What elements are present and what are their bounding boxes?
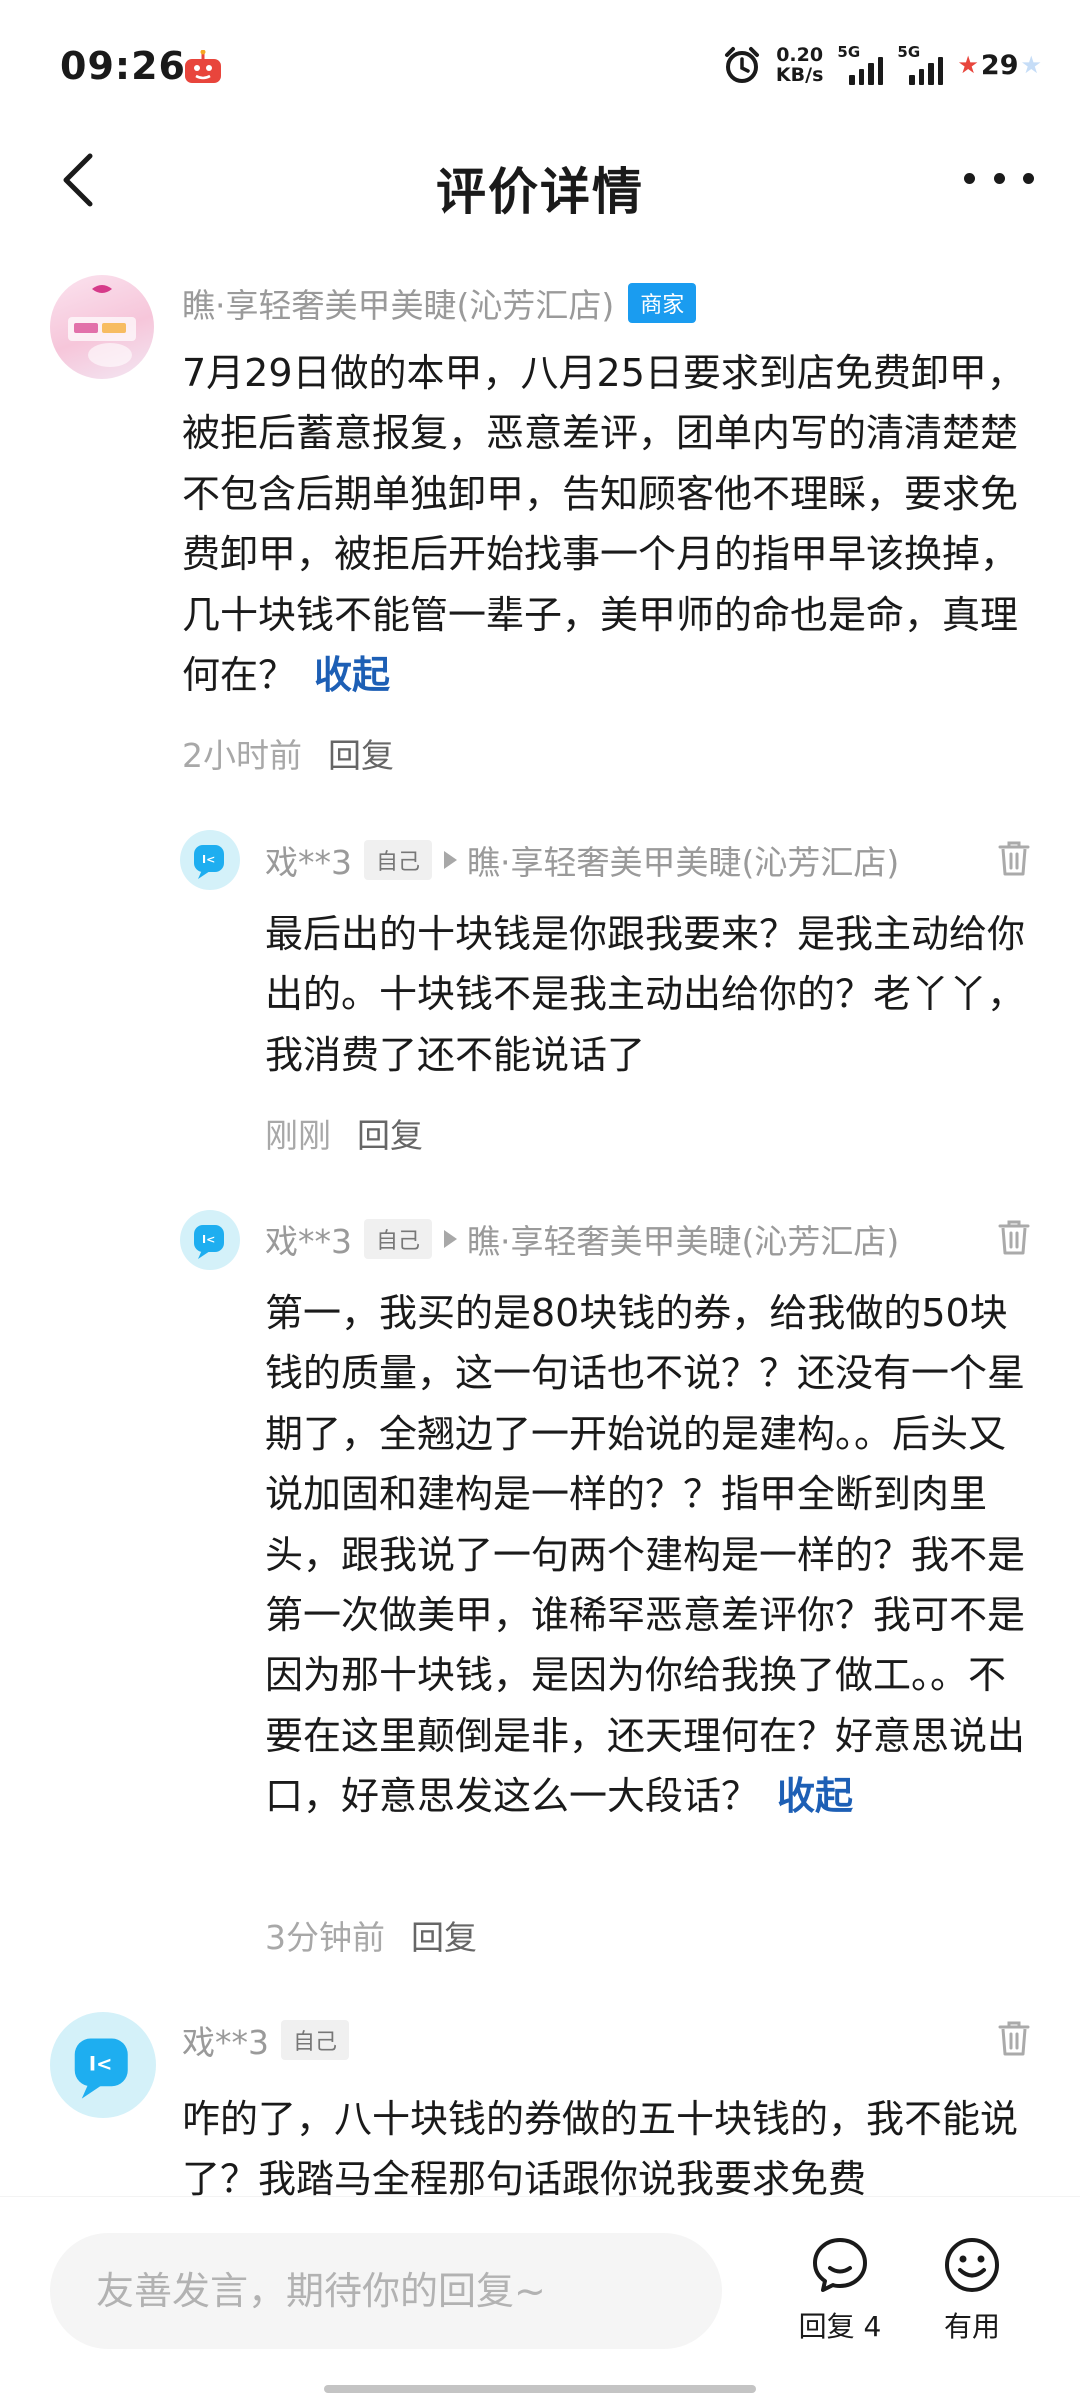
timestamp: 3分钟前 <box>265 1918 385 1957</box>
self-tag: 自己 <box>364 1219 433 1259</box>
shop-review-text: 7月29日做的本甲，八月25日要求到店免费卸甲，被拒后蓄意报复，恶意差评，团单内… <box>182 351 1025 698</box>
shop-name[interactable]: 瞧·享轻奢美甲美睫(沁芳汇店) <box>182 279 614 327</box>
reply-button[interactable]: 回复 <box>328 729 394 777</box>
merchant-tag: 商家 <box>628 283 697 323</box>
reply-1-meta: 刚刚 回复 <box>265 1108 423 1158</box>
trash-icon[interactable] <box>998 2020 1030 2056</box>
smiley-icon <box>945 2238 999 2292</box>
comment-bubble-icon <box>813 2238 867 2292</box>
page-title: 评价详情 <box>436 163 644 221</box>
home-indicator[interactable] <box>324 2385 756 2393</box>
status-icons: 0.20 KB/s 5G 5G ★ 29 ★ <box>722 40 1042 90</box>
comment-author[interactable]: 戏**3 <box>182 2016 269 2064</box>
reply-arrow-icon <box>444 1230 458 1248</box>
reply-input[interactable]: 友善发言，期待你的回复~ <box>50 2233 722 2349</box>
timestamp: 2小时前 <box>182 736 302 775</box>
status-time: 09:26 <box>60 44 186 88</box>
collapse-link[interactable]: 收起 <box>314 653 390 697</box>
trash-icon[interactable] <box>998 1219 1030 1255</box>
reply-button[interactable]: 回复 <box>357 1109 423 1157</box>
useful-label: 有用 <box>943 2310 1000 2343</box>
reply-2-author-row: 戏**3 自己 瞧·享轻奢美甲美睫(沁芳汇店) <box>265 1213 899 1265</box>
comment-bubble-avatar-icon: I< <box>74 2038 128 2099</box>
user-avatar[interactable]: I< <box>180 1210 240 1270</box>
user-avatar[interactable]: I< <box>50 2012 156 2118</box>
star-outline-icon: ★ <box>1020 51 1042 79</box>
nav-header: 评价详情 <box>0 130 1080 230</box>
timestamp: 刚刚 <box>265 1116 331 1155</box>
reply-target[interactable]: 瞧·享轻奢美甲美睫(沁芳汇店) <box>467 1215 899 1263</box>
comment-author-row: 戏**3 自己 <box>182 2014 350 2066</box>
reply-author[interactable]: 戏**3 <box>265 836 352 884</box>
signal-strength-2-icon: 5G <box>897 43 944 85</box>
alarm-icon <box>724 47 759 83</box>
comment-bubble-avatar-icon: I< <box>194 1225 224 1259</box>
trash-icon[interactable] <box>998 840 1030 876</box>
comment-text: 咋的了，八十块钱的券做的五十块钱的，我不能说了？我踏马全程那句话跟你说我要求免费 <box>182 2097 1019 2202</box>
shop-logo-icon <box>68 285 136 367</box>
useful-button[interactable]: 有用 <box>912 2235 1032 2345</box>
status-bar: 09:26 0.20 KB/s 5G 5G ★ 29 ★ <box>0 0 1080 130</box>
self-tag: 自己 <box>281 2020 350 2060</box>
shop-author-row: 瞧·享轻奢美甲美睫(沁芳汇店) 商家 <box>182 277 697 329</box>
reply-count-button[interactable]: 回复 4 <box>780 2235 900 2345</box>
shop-avatar[interactable] <box>50 275 154 379</box>
reply-1-text: 最后出的十块钱是你跟我要来？是我主动给你出的。十块钱不是我主动出给你的？老丫丫，… <box>265 912 1026 1077</box>
more-options-button[interactable] <box>964 158 1034 198</box>
shop-review-meta: 2小时前 回复 <box>182 728 394 778</box>
net-speed: 0.20 KB/s <box>775 44 824 86</box>
svg-text:I<: I< <box>89 2052 112 2075</box>
star-icon: ★ <box>957 51 979 79</box>
comment-bubble-avatar-icon: I< <box>194 845 224 879</box>
app-notification-icon <box>185 50 221 83</box>
self-tag: 自己 <box>364 840 433 880</box>
signal-strength-1-icon: 5G <box>837 43 884 85</box>
reply-2-text: 第一，我买的是80块钱的券，给我做的50块钱的质量，这一句话也不说？？还没有一个… <box>265 1291 1026 1819</box>
reply-target[interactable]: 瞧·享轻奢美甲美睫(沁芳汇店) <box>467 836 899 884</box>
user-avatar[interactable]: I< <box>180 830 240 890</box>
bottom-bar: 友善发言，期待你的回复~ 回复 4 有用 <box>0 2196 1080 2400</box>
svg-text:I<: I< <box>202 853 215 866</box>
reply-2-meta: 3分钟前 回复 <box>265 1910 477 1960</box>
battery-indicator: ★ 29 ★ <box>957 49 1042 81</box>
reply-arrow-icon <box>444 851 458 869</box>
reply-author[interactable]: 戏**3 <box>265 1215 352 1263</box>
collapse-link[interactable]: 收起 <box>777 1774 853 1818</box>
reply-1-author-row: 戏**3 自己 瞧·享轻奢美甲美睫(沁芳汇店) <box>265 834 899 886</box>
reply-count-label: 回复 4 <box>798 2310 882 2343</box>
reply-button[interactable]: 回复 <box>411 1911 477 1959</box>
svg-text:I<: I< <box>202 1233 215 1246</box>
more-dots-icon <box>964 172 975 184</box>
